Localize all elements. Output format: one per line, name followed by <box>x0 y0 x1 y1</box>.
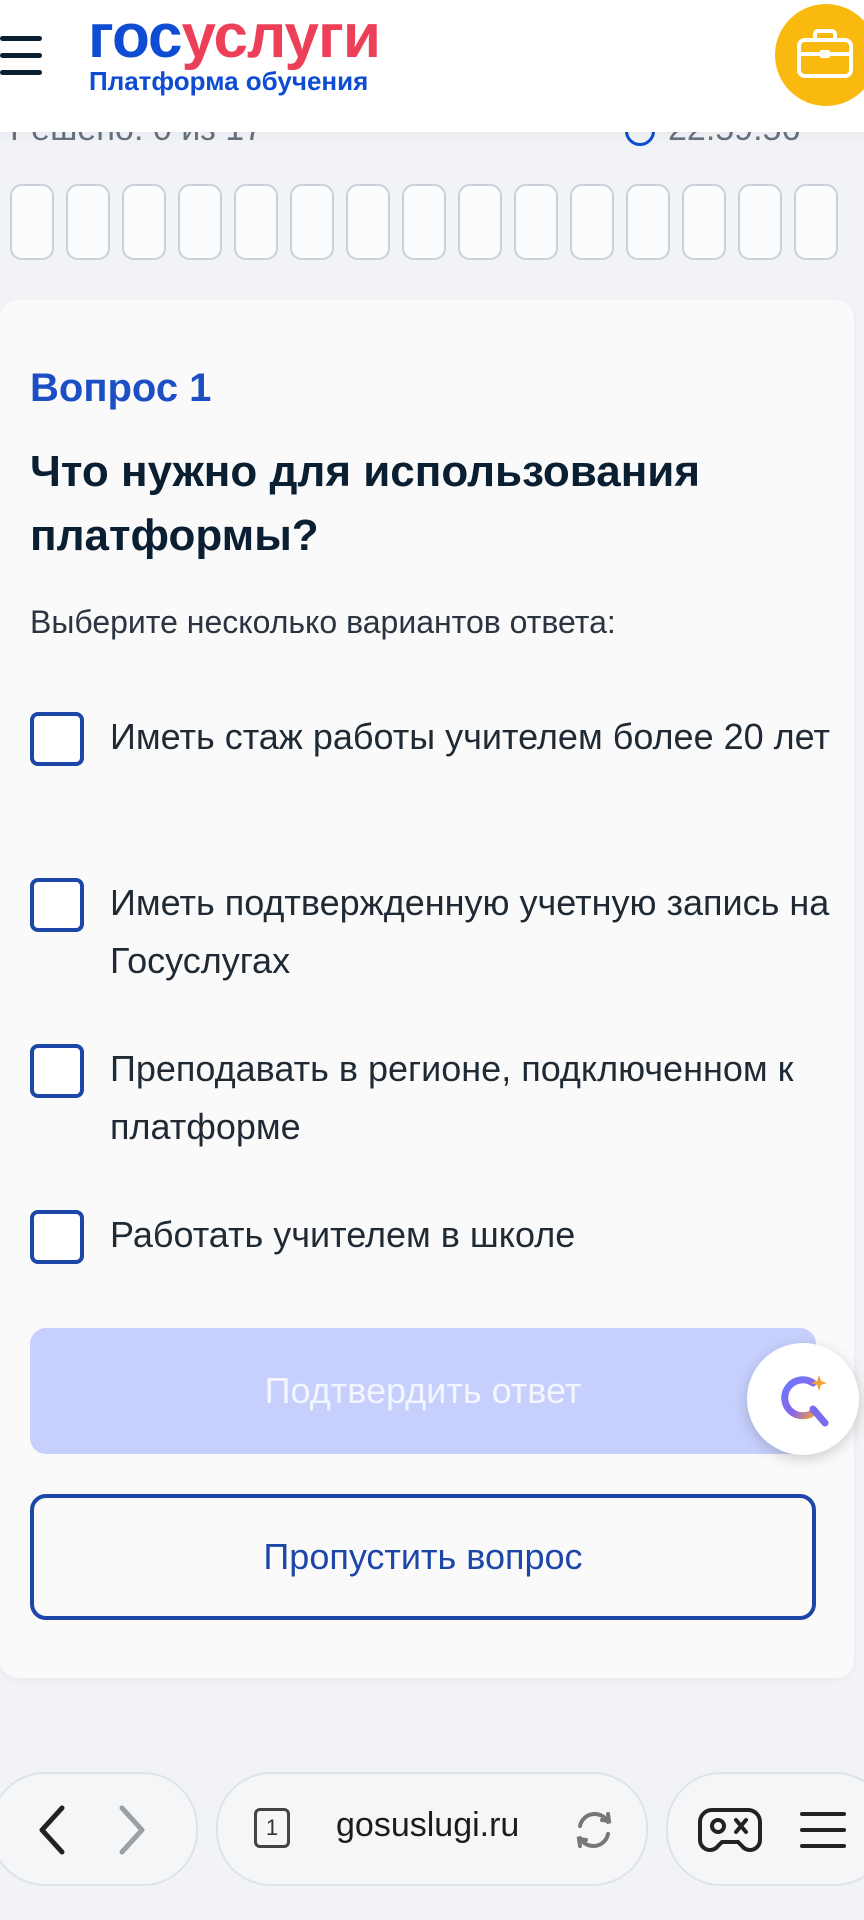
question-progress-cell[interactable] <box>346 184 390 260</box>
browser-menu-icon[interactable] <box>800 1810 846 1850</box>
menu-buttons <box>666 1772 864 1886</box>
ai-assistant-button[interactable] <box>747 1343 859 1455</box>
question-progress-cell[interactable] <box>402 184 446 260</box>
nav-buttons <box>0 1772 198 1886</box>
forward-arrow-icon[interactable] <box>112 1802 152 1858</box>
browser-toolbar: 1 gosuslugi.ru <box>0 1770 864 1920</box>
option-label: Иметь стаж работы учителем более 20 лет <box>110 716 830 757</box>
question-number: Вопрос 1 <box>30 366 212 410</box>
question-progress-cell[interactable] <box>10 184 54 260</box>
question-progress-cell[interactable] <box>290 184 334 260</box>
option-checkbox[interactable] <box>30 1044 84 1098</box>
question-progress-cell[interactable] <box>682 184 726 260</box>
platform-subtitle: Платформа обучения <box>89 66 369 96</box>
ai-assistant-icon <box>781 1375 829 1427</box>
top-bar: госуслуги Платформа обучения <box>0 0 864 132</box>
question-progress-cell[interactable] <box>122 184 166 260</box>
answer-hint: Выберите несколько вариантов ответа: <box>30 604 616 640</box>
option-label: Иметь подтвержденную учетную запись на Г… <box>110 882 830 981</box>
question-progress-cell[interactable] <box>570 184 614 260</box>
option-label: Преподавать в регионе, подключенном к пл… <box>110 1048 794 1147</box>
question-progress-bar <box>10 184 864 264</box>
url-text[interactable]: gosuslugi.ru <box>336 1806 519 1845</box>
option-checkbox[interactable] <box>30 712 84 766</box>
reload-icon[interactable] <box>572 1808 616 1852</box>
briefcase-button[interactable] <box>775 4 864 106</box>
gosuslugi-logo[interactable]: госуслуги <box>88 2 381 72</box>
question-progress-cell[interactable] <box>626 184 670 260</box>
question-progress-cell[interactable] <box>738 184 782 260</box>
question-progress-cell[interactable] <box>178 184 222 260</box>
question-progress-cell[interactable] <box>794 184 838 260</box>
skip-question-button[interactable]: Пропустить вопрос <box>30 1494 816 1620</box>
back-arrow-icon[interactable] <box>32 1802 72 1858</box>
option-label: Работать учителем в школе <box>110 1214 576 1255</box>
question-progress-cell[interactable] <box>234 184 278 260</box>
gamepad-icon[interactable] <box>698 1804 762 1854</box>
briefcase-icon <box>797 29 853 78</box>
option-checkbox[interactable] <box>30 878 84 932</box>
question-progress-cell[interactable] <box>514 184 558 260</box>
question-card: Вопрос 1 Что нужно для использования пла… <box>0 300 854 1678</box>
confirm-answer-button[interactable]: Подтвердить ответ <box>30 1328 816 1454</box>
hamburger-menu-icon[interactable] <box>0 36 44 76</box>
tab-count-button[interactable]: 1 <box>254 1808 290 1848</box>
question-text: Что нужно для использования платформы? <box>30 447 700 560</box>
question-progress-cell[interactable] <box>66 184 110 260</box>
option-checkbox[interactable] <box>30 1210 84 1264</box>
question-progress-cell[interactable] <box>458 184 502 260</box>
address-bar[interactable]: 1 gosuslugi.ru <box>216 1772 648 1886</box>
